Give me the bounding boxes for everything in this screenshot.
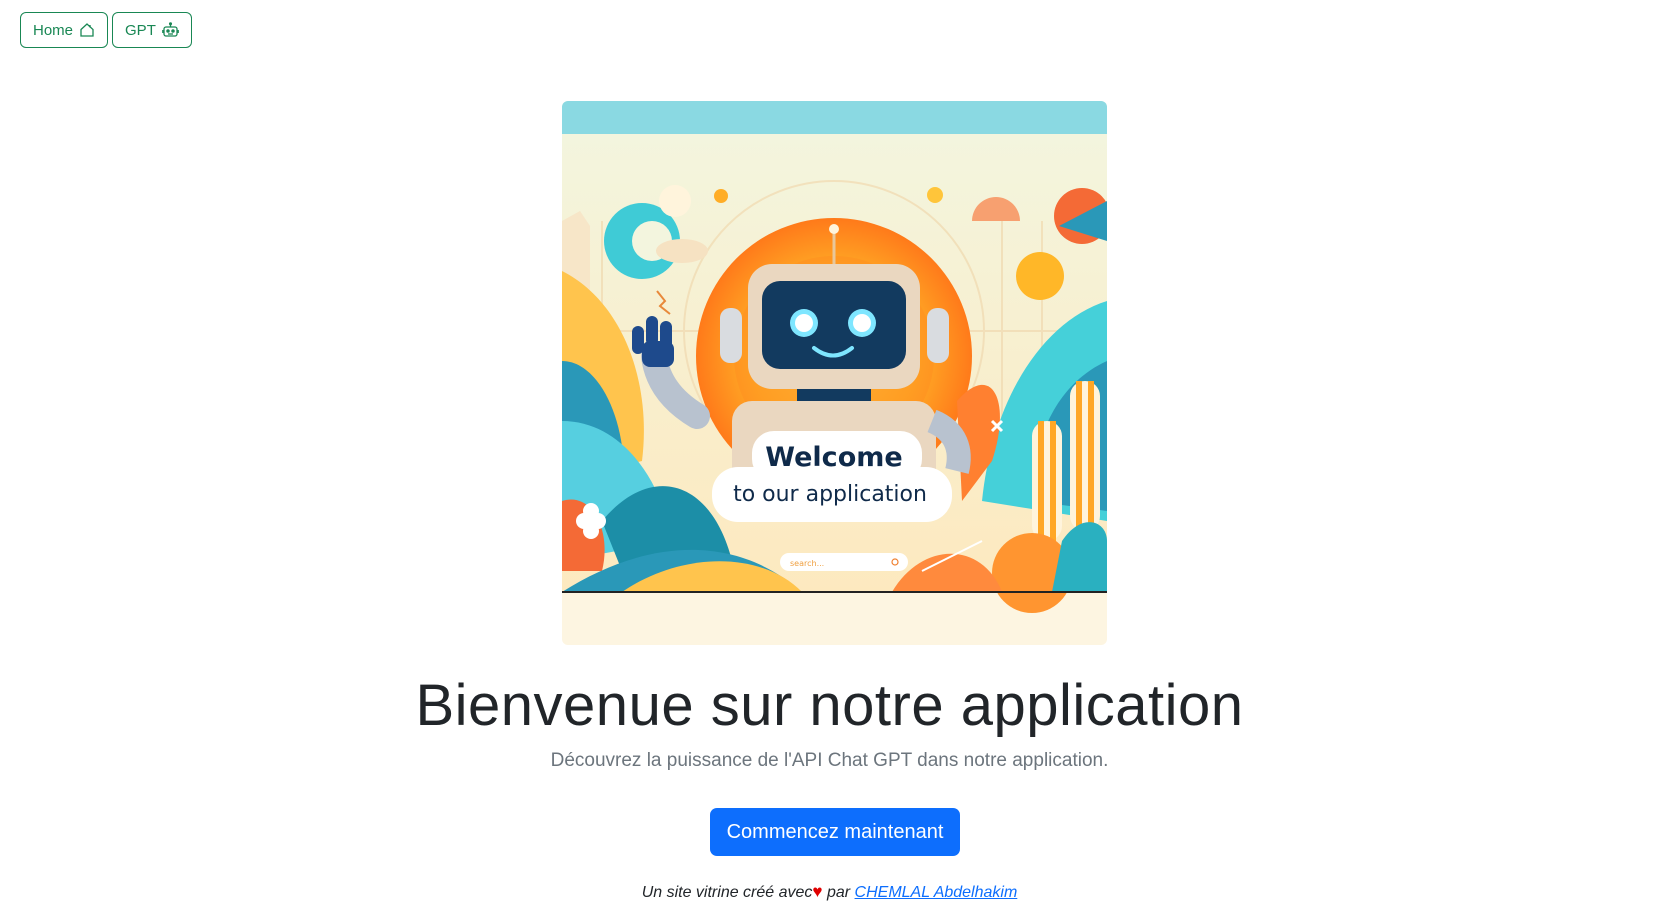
- gpt-button-label: GPT: [125, 21, 156, 39]
- home-button-label: Home: [33, 21, 74, 39]
- robot-icon: [162, 22, 179, 37]
- hero-welcome-text: Welcome: [765, 442, 902, 473]
- page-subtitle: Découvrez la puissance de l'API Chat GPT…: [550, 750, 1109, 771]
- hero-welcome-sub: to our application: [733, 482, 927, 507]
- top-nav: Home GPT: [20, 12, 192, 48]
- hero-image: Welcome to our application search...: [562, 101, 1107, 645]
- hero-search-text: search...: [790, 559, 824, 568]
- page-title: Bienvenue sur notre application: [415, 673, 1244, 738]
- footer-prefix: Un site vitrine créé avec: [641, 884, 813, 901]
- heart-icon: ♥: [812, 882, 823, 901]
- author-link[interactable]: CHEMLAL Abdelhakim: [855, 884, 1018, 901]
- house-icon: [80, 23, 94, 37]
- get-started-button[interactable]: Commencez maintenant: [710, 808, 960, 856]
- footer-middle: par: [826, 884, 851, 901]
- footer: Un site vitrine créé avec♥ par CHEMLAL A…: [0, 882, 1659, 902]
- gpt-button[interactable]: GPT: [112, 12, 192, 48]
- home-button[interactable]: Home: [20, 12, 109, 48]
